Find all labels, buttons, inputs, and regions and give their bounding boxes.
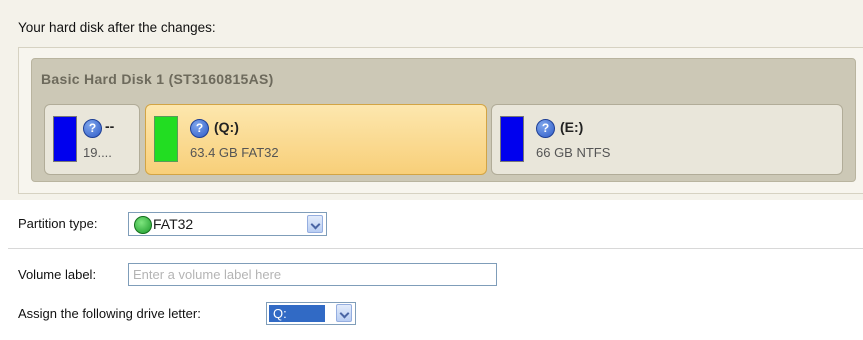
partition-usage-bar bbox=[154, 116, 178, 162]
partition-type-value: FAT32 bbox=[153, 216, 194, 232]
disk-frame: Basic Hard Disk 1 (ST3160815AS) ? -- 19.… bbox=[18, 47, 863, 194]
preview-heading: Your hard disk after the changes: bbox=[18, 20, 216, 35]
partition-usage-bar bbox=[53, 116, 77, 162]
help-icon[interactable]: ? bbox=[190, 119, 209, 138]
chevron-down-icon[interactable] bbox=[307, 215, 323, 233]
disk-map: Basic Hard Disk 1 (ST3160815AS) ? -- 19.… bbox=[31, 58, 856, 182]
partition-block-3[interactable]: ? (E:) 66 GB NTFS bbox=[491, 104, 843, 175]
partition-type-label: Partition type: bbox=[18, 216, 98, 231]
partition-type-select[interactable]: FAT32 bbox=[128, 212, 327, 236]
partition-usage-bar bbox=[500, 116, 524, 162]
divider bbox=[8, 248, 863, 249]
partition-info: 63.4 GB FAT32 bbox=[190, 145, 279, 160]
partition-block-2[interactable]: ? (Q:) 63.4 GB FAT32 bbox=[145, 104, 487, 175]
fat32-disk-icon bbox=[134, 216, 152, 234]
partition-block-1[interactable]: ? -- 19.... bbox=[44, 104, 140, 175]
partition-name: -- bbox=[105, 118, 115, 134]
drive-letter-value: Q: bbox=[269, 305, 325, 322]
chevron-down-icon[interactable] bbox=[336, 304, 352, 322]
volume-label-input[interactable] bbox=[128, 263, 497, 286]
drive-letter-select[interactable]: Q: bbox=[266, 302, 356, 325]
disk-preview-panel: Your hard disk after the changes: Basic … bbox=[0, 0, 863, 200]
help-icon[interactable]: ? bbox=[83, 119, 102, 138]
partition-info: 66 GB NTFS bbox=[536, 145, 611, 160]
partition-name: (Q:) bbox=[214, 119, 239, 135]
partition-info: 19.... bbox=[83, 145, 112, 160]
help-icon[interactable]: ? bbox=[536, 119, 555, 138]
disk-title: Basic Hard Disk 1 (ST3160815AS) bbox=[41, 71, 274, 87]
drive-letter-label: Assign the following drive letter: bbox=[18, 306, 201, 321]
volume-label-label: Volume label: bbox=[18, 267, 97, 282]
partition-name: (E:) bbox=[560, 119, 584, 135]
